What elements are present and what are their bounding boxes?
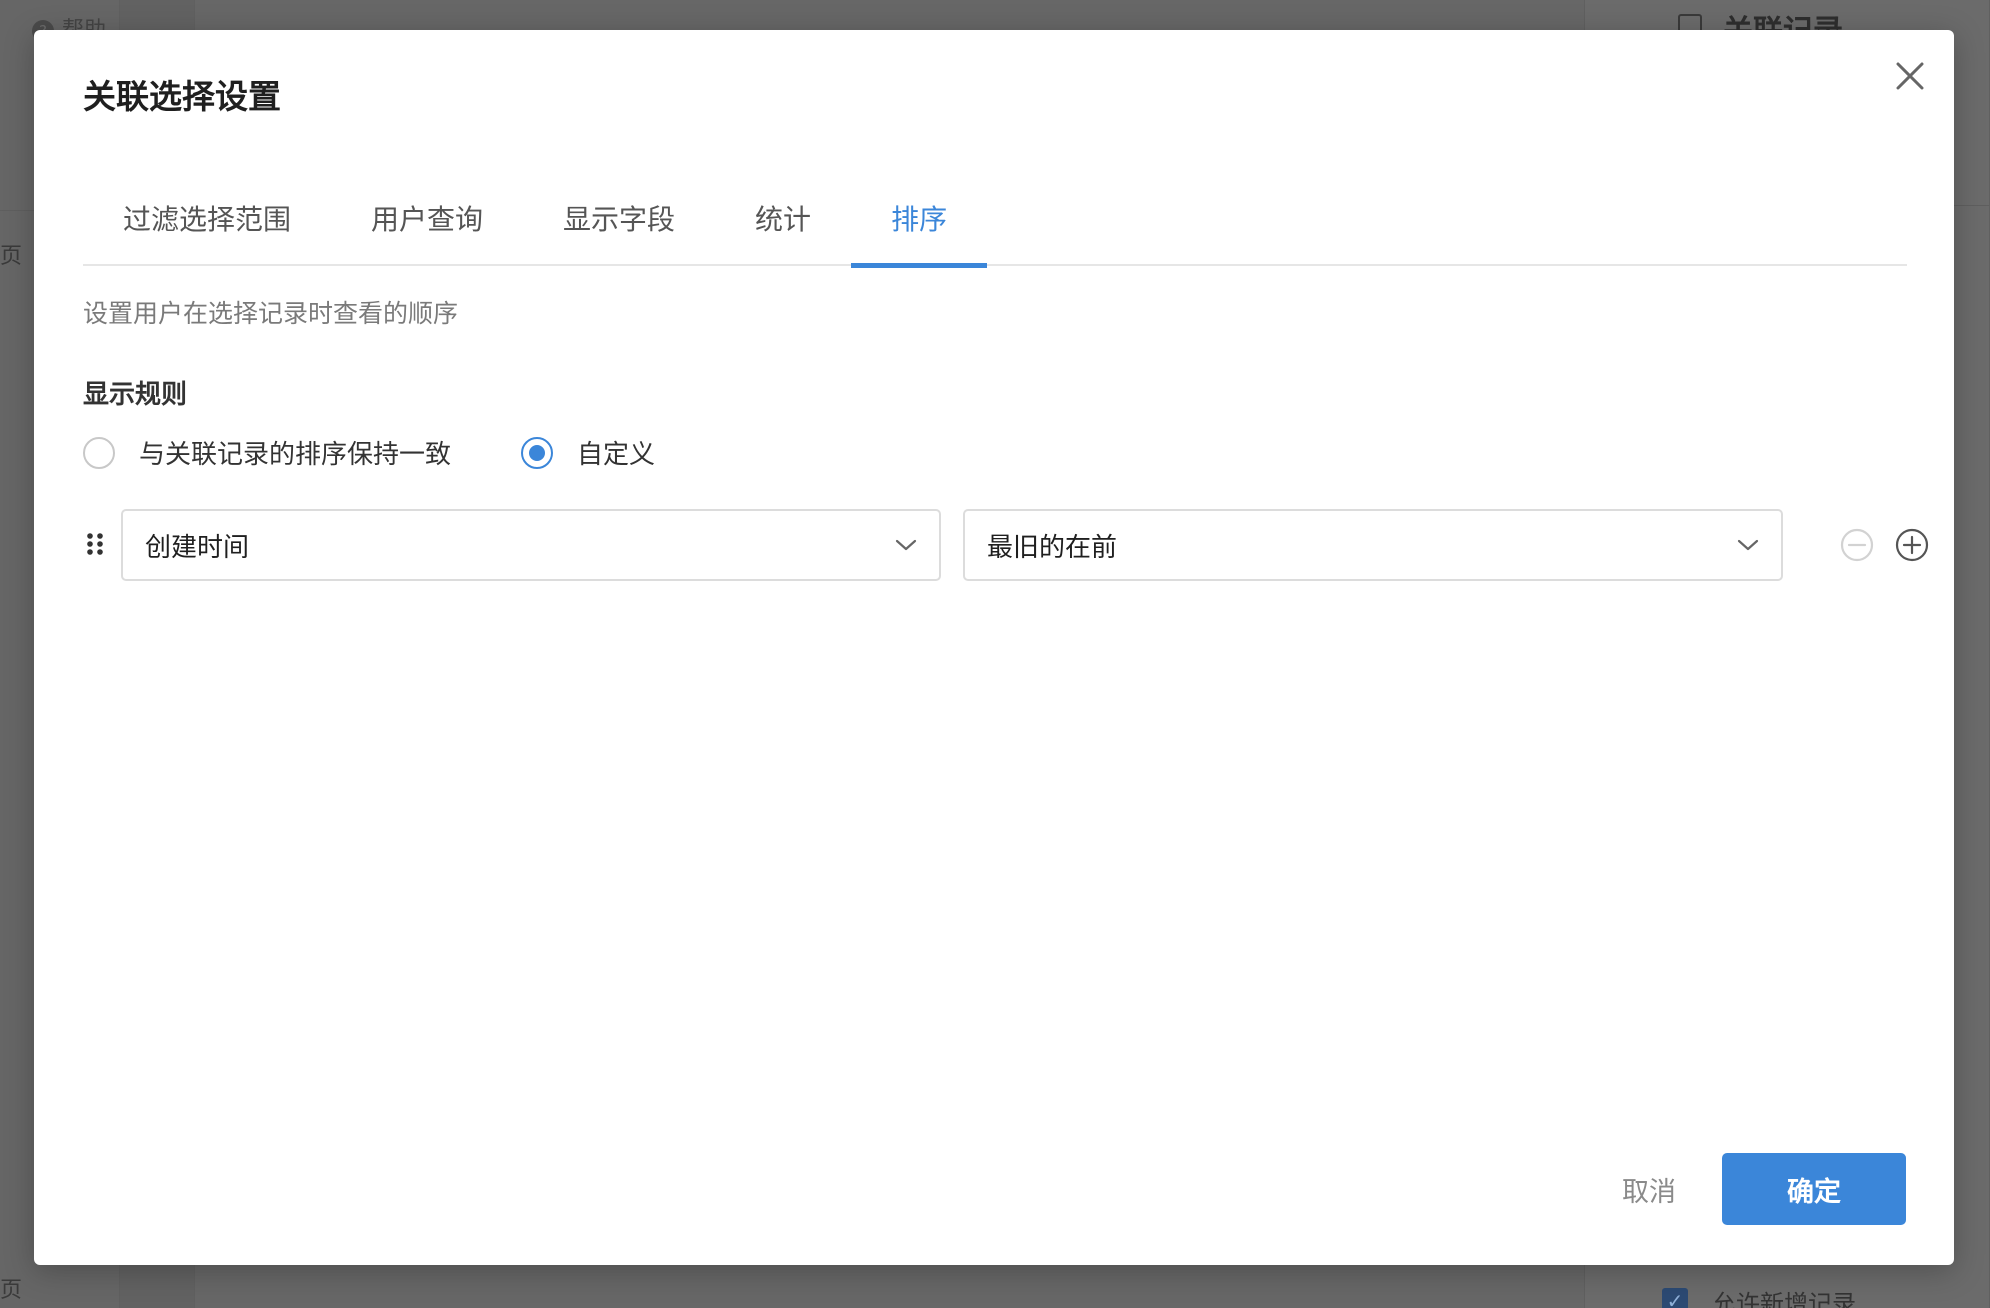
- bg-page-label: 页: [0, 244, 23, 269]
- bg-checkbox-icon: ✓: [1662, 1288, 1688, 1308]
- tab-statistics[interactable]: 统计: [715, 170, 851, 266]
- tab-user-query[interactable]: 用户查询: [331, 170, 523, 266]
- minus-circle-icon: [1840, 528, 1874, 562]
- display-rule-radio-group: 与关联记录的排序保持一致 自定义: [83, 434, 725, 471]
- sort-field-select[interactable]: 创建时间: [121, 509, 941, 581]
- radio-checked-icon: [521, 436, 554, 469]
- settings-tabs: 过滤选择范围 用户查询 显示字段 统计 排序: [83, 170, 1907, 268]
- close-icon: [1896, 62, 1924, 90]
- bg-allow-add-label: 允许新增记录: [1712, 1290, 1856, 1308]
- remove-sort-rule-button[interactable]: [1839, 527, 1875, 563]
- radio-custom[interactable]: 自定义: [521, 434, 655, 471]
- chevron-down-icon: [1737, 539, 1759, 551]
- tab-display-fields[interactable]: 显示字段: [523, 170, 715, 266]
- radio-label: 与关联记录的排序保持一致: [139, 440, 452, 470]
- sort-order-value: 最旧的在前: [987, 532, 1118, 563]
- tab-sort[interactable]: 排序: [851, 170, 988, 268]
- relation-select-settings-dialog: 关联选择设置 过滤选择范围 用户查询 显示字段 统计 排序 设置用户在选择记录时…: [34, 30, 1954, 1265]
- radio-unchecked-icon: [83, 436, 115, 469]
- drag-handle-icon[interactable]: [83, 529, 107, 559]
- display-rule-title: 显示规则: [83, 380, 188, 410]
- chevron-down-icon: [895, 539, 917, 551]
- radio-follow-related-sort[interactable]: 与关联记录的排序保持一致: [83, 434, 451, 471]
- sort-field-value: 创建时间: [145, 532, 250, 563]
- add-sort-rule-button[interactable]: [1894, 527, 1930, 563]
- dialog-title: 关联选择设置: [83, 77, 281, 116]
- sort-description: 设置用户在选择记录时查看的顺序: [83, 299, 459, 328]
- plus-circle-icon: [1895, 528, 1929, 562]
- radio-label: 自定义: [577, 440, 656, 470]
- sort-rule-row: 创建时间 最旧的在前: [83, 509, 1929, 581]
- bg-page-label: 页: [0, 1278, 23, 1303]
- cancel-button[interactable]: 取消: [1584, 1153, 1714, 1225]
- sort-order-select[interactable]: 最旧的在前: [963, 509, 1783, 581]
- tab-filter-range[interactable]: 过滤选择范围: [83, 170, 331, 266]
- confirm-button[interactable]: 确定: [1722, 1153, 1906, 1225]
- dialog-footer: 取消 确定: [1584, 1153, 1906, 1225]
- close-button[interactable]: [1888, 54, 1932, 98]
